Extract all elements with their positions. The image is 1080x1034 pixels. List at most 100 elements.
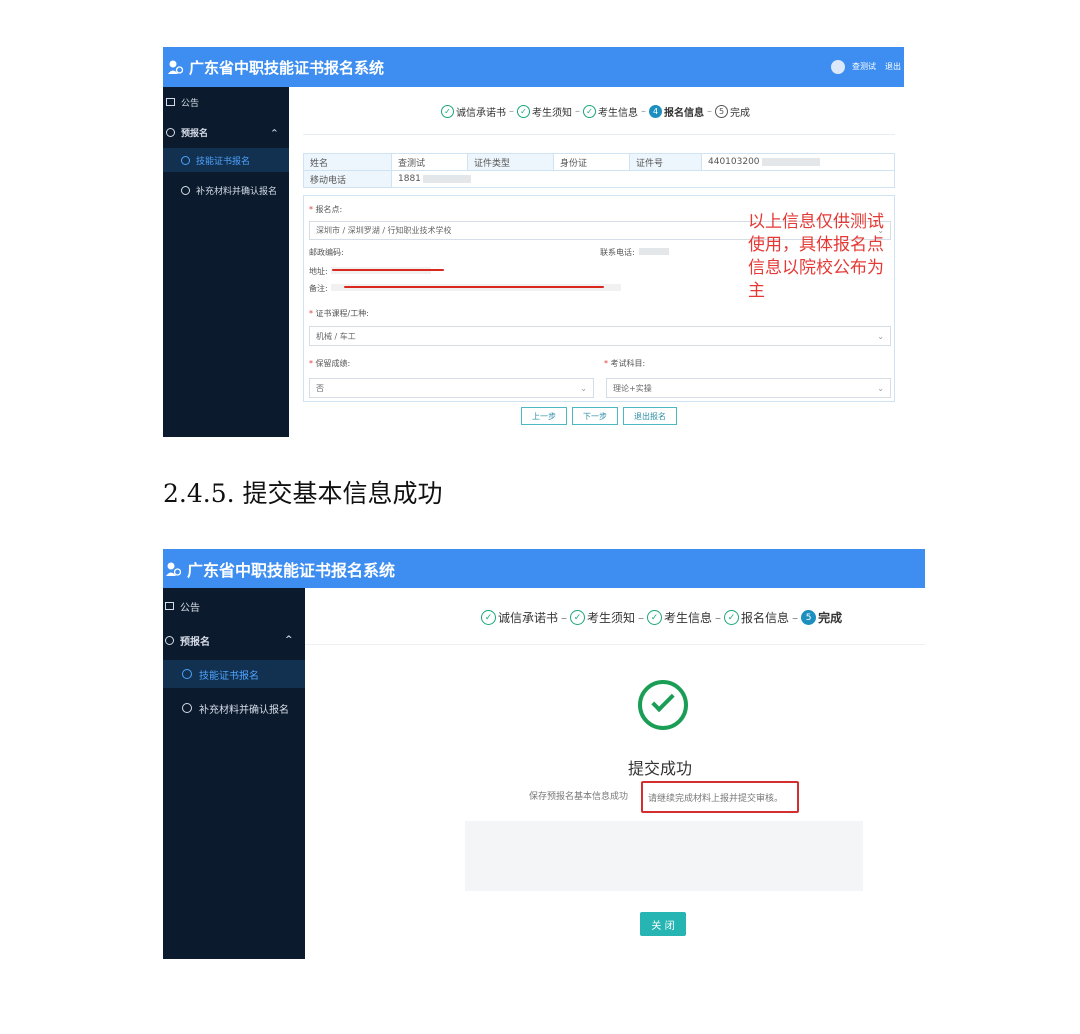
course-label: * 证书课程/工种: (309, 309, 369, 318)
user-logo-icon (167, 59, 184, 75)
site-label: * 报名点: (309, 205, 343, 214)
step-label: 诚信承诺书 (456, 108, 506, 119)
redacted-block (422, 174, 471, 183)
course-value: 机械 / 车工 (316, 331, 356, 341)
id-no-value: 440103200 (701, 153, 895, 171)
step-pending-icon: 5 (715, 105, 728, 118)
pre-register-icon (166, 127, 175, 137)
zip-label: 邮政编码: (309, 248, 344, 257)
sidebar-item-notice[interactable]: 公告 (163, 93, 289, 111)
step-check-icon: ✓ (570, 610, 586, 625)
pre-register-icon (165, 635, 174, 645)
annotation-note: 以上信息仅供测试使用，具体报名点信息以院校公布为主 (748, 212, 884, 301)
step-separator: – (509, 106, 514, 117)
redaction-scribble (344, 286, 604, 288)
step-label: 报名信息 (741, 611, 790, 625)
address-label: 地址: (309, 266, 431, 277)
step-label-current: 完成 (818, 611, 843, 625)
redaction-scribble (332, 269, 444, 271)
step-check-icon: ✓ (583, 105, 596, 118)
sidebar-item-label: 预报名 (181, 128, 209, 139)
step-label: 考生信息 (598, 108, 638, 119)
step-separator: – (715, 610, 722, 625)
prev-button[interactable]: 上一步 (521, 407, 567, 425)
step-check-icon: ✓ (724, 610, 740, 625)
top-bar: 广东省中职技能证书报名系统 查测试 退出 (163, 47, 904, 87)
success-title: 提交成功 (628, 759, 693, 778)
keep-score-select[interactable]: 否 ⌄ (309, 378, 594, 398)
subject-select[interactable]: 理论+实操 ⌄ (606, 378, 891, 398)
collapse-icon[interactable]: ^ (271, 128, 278, 137)
quit-button[interactable]: 退出报名 (623, 407, 677, 425)
sidebar-group-pre-register[interactable]: 预报名 ^ (163, 631, 305, 649)
redacted-block (638, 248, 669, 255)
sidebar-item-notice[interactable]: 公告 (163, 597, 305, 615)
id-type-label: 证件类型 (467, 153, 554, 171)
sidebar-item-label: 公告 (180, 602, 200, 614)
name-value: 查测试 (391, 153, 468, 171)
sidebar-item-skill-cert[interactable]: 技能证书报名 (163, 660, 305, 688)
course-select[interactable]: 机械 / 车工 ⌄ (309, 326, 891, 346)
sidebar-group-pre-register[interactable]: 预报名 ^ (163, 123, 289, 141)
step-label-current: 报名信息 (664, 108, 704, 119)
step-check-icon: ✓ (647, 610, 663, 625)
notice-icon (165, 602, 174, 610)
step-check-icon: ✓ (441, 105, 454, 118)
app-title: 广东省中职技能证书报名系统 (187, 560, 396, 580)
keep-score-value: 否 (316, 383, 324, 393)
sidebar-item-supplement[interactable]: 补充材料并确认报名 (163, 696, 305, 720)
id-type-value: 身份证 (553, 153, 630, 171)
step-separator: – (638, 610, 645, 625)
progress-steps: ✓ 诚信承诺书 – ✓ 考生须知 – ✓ 考生信息 – ✓ 报名信息 – 5 完… (481, 609, 842, 626)
supplement-icon (181, 185, 190, 195)
step-current-icon: 5 (801, 610, 817, 625)
top-bar: 广东省中职技能证书报名系统 (163, 549, 925, 588)
notice-icon (166, 98, 175, 106)
candidate-info-table: 姓名 查测试 证件类型 身份证 证件号 440103200 移动电话 1881 (303, 153, 895, 188)
subject-label: * 考试科目: (604, 359, 646, 368)
result-panel (465, 821, 863, 891)
divider (303, 134, 895, 135)
step-label: 考生须知 (532, 108, 572, 119)
progress-steps: ✓ 诚信承诺书 – ✓ 考生须知 – ✓ 考生信息 – 4 报名信息 – 5 完… (441, 104, 750, 119)
sidebar: 公告 预报名 ^ 技能证书报名 补充材料并确认报名 (163, 87, 289, 437)
app-title: 广东省中职技能证书报名系统 (189, 58, 385, 77)
sidebar-item-label: 技能证书报名 (196, 156, 251, 167)
step-label: 完成 (730, 108, 750, 119)
logout-link[interactable]: 退出 (885, 61, 901, 72)
collapse-icon[interactable]: ^ (285, 635, 293, 645)
mobile-label: 移动电话 (303, 170, 392, 188)
cert-icon (181, 155, 190, 165)
success-message: 保存预报名基本信息成功 (529, 792, 629, 802)
step-label: 考生信息 (664, 611, 713, 625)
id-no-label: 证件号 (629, 153, 702, 171)
next-button[interactable]: 下一步 (572, 407, 618, 425)
sidebar-item-skill-cert[interactable]: 技能证书报名 (163, 148, 289, 172)
sidebar-item-label: 预报名 (180, 636, 210, 648)
close-button[interactable]: 关 闭 (640, 912, 686, 936)
sidebar-item-label: 公告 (181, 98, 200, 109)
sidebar: 公告 预报名 ^ 技能证书报名 补充材料并确认报名 (163, 588, 305, 959)
step-separator: – (641, 106, 646, 117)
redacted-block (761, 157, 820, 166)
name-label: 姓名 (303, 153, 392, 171)
success-highlight: 请继续完成材料上报并提交审核。 (641, 781, 799, 813)
chevron-down-icon: ⌄ (580, 383, 587, 393)
sidebar-item-label: 补充材料并确认报名 (199, 704, 289, 716)
sidebar-item-supplement[interactable]: 补充材料并确认报名 (163, 179, 289, 201)
mobile-value: 1881 (391, 170, 895, 188)
sidebar-item-label: 技能证书报名 (199, 670, 259, 682)
step-label: 诚信承诺书 (498, 611, 559, 625)
step-label: 考生须知 (587, 611, 636, 625)
user-logo-icon (165, 561, 182, 577)
step-separator: – (561, 610, 568, 625)
step-separator: – (707, 106, 712, 117)
keep-score-label: * 保留成绩: (309, 359, 351, 368)
phone-label: 联系电话: (600, 247, 669, 258)
avatar[interactable] (831, 60, 845, 74)
step-check-icon: ✓ (517, 105, 530, 118)
chevron-down-icon: ⌄ (877, 331, 884, 341)
screenshot-submit-success: 广东省中职技能证书报名系统 公告 预报名 ^ 技能证书报名 补充材料并确认报名 … (163, 549, 925, 959)
step-current-icon: 4 (649, 105, 662, 118)
user-name[interactable]: 查测试 (852, 61, 876, 72)
